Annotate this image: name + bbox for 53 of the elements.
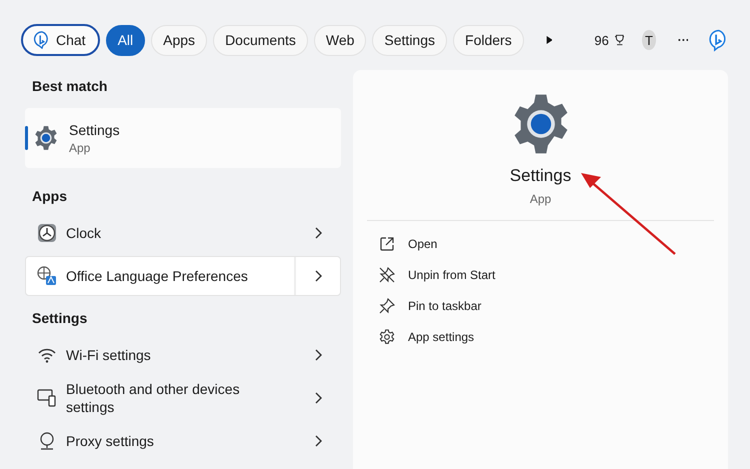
bing-icon [33, 31, 51, 49]
item-title: Wi-Fi settings [66, 346, 152, 364]
item-title: Proxy settings [66, 432, 155, 450]
more-icon[interactable] [678, 38, 688, 42]
wifi-icon [37, 347, 57, 363]
action-item[interactable]: Open [379, 235, 714, 253]
chevron-icon [314, 349, 322, 361]
section-heading: Settings [31, 309, 88, 328]
action-label: Unpin from Start [408, 268, 496, 282]
action-item[interactable]: App settings [379, 328, 714, 346]
app-subtitle: App [530, 192, 552, 206]
devices-icon [37, 389, 57, 407]
action-label: Pin to taskbar [408, 299, 482, 313]
open-icon [379, 236, 395, 252]
result-item[interactable]: Proxy settings [25, 421, 341, 461]
language-icon [36, 265, 58, 287]
filter-tab[interactable]: Documents [213, 24, 308, 56]
item-title: Settings [69, 122, 120, 138]
result-item[interactable]: Bluetooth and other devices settings [25, 378, 341, 418]
action-item[interactable]: Unpin from Start [379, 266, 714, 284]
item-title: Clock [66, 224, 102, 242]
section-heading: Best match [31, 77, 108, 96]
result-item[interactable]: Wi-Fi settings [25, 335, 341, 375]
chevron-icon [314, 435, 322, 447]
chevron-icon [314, 270, 322, 282]
gear-icon [33, 125, 59, 151]
best-match-item[interactable]: Settings App [25, 108, 341, 168]
item-subtitle: App [69, 140, 92, 154]
filter-tab[interactable]: Settings [372, 24, 448, 56]
chevron-icon [314, 392, 322, 404]
action-label: App settings [408, 330, 474, 344]
section-heading: Apps [31, 187, 68, 206]
filter-tab[interactable]: All [106, 24, 146, 56]
chevron-icon [314, 227, 322, 239]
points-count: 96 [594, 32, 609, 48]
play-icon[interactable] [546, 34, 552, 46]
app-title: Settings [510, 166, 572, 186]
item-title: Bluetooth and other devices settings [66, 380, 241, 416]
clock-icon [36, 222, 58, 244]
filter-tab[interactable]: Web [314, 24, 366, 56]
unpin-icon [379, 267, 395, 283]
user-avatar[interactable]: T [642, 30, 656, 50]
chat-button[interactable]: Chat [21, 24, 100, 56]
result-item[interactable]: Office Language Preferences [25, 256, 341, 296]
action-item[interactable]: Pin to taskbar [379, 297, 714, 315]
settings-icon [379, 329, 395, 345]
filter-tab[interactable]: Apps [151, 24, 208, 56]
action-label: Open [408, 237, 438, 251]
item-title: Office Language Preferences [66, 267, 249, 285]
pin-icon [379, 298, 395, 314]
trophy-icon [614, 32, 624, 48]
result-item[interactable]: Clock [25, 213, 341, 253]
filter-tab[interactable]: Folders [453, 24, 524, 56]
